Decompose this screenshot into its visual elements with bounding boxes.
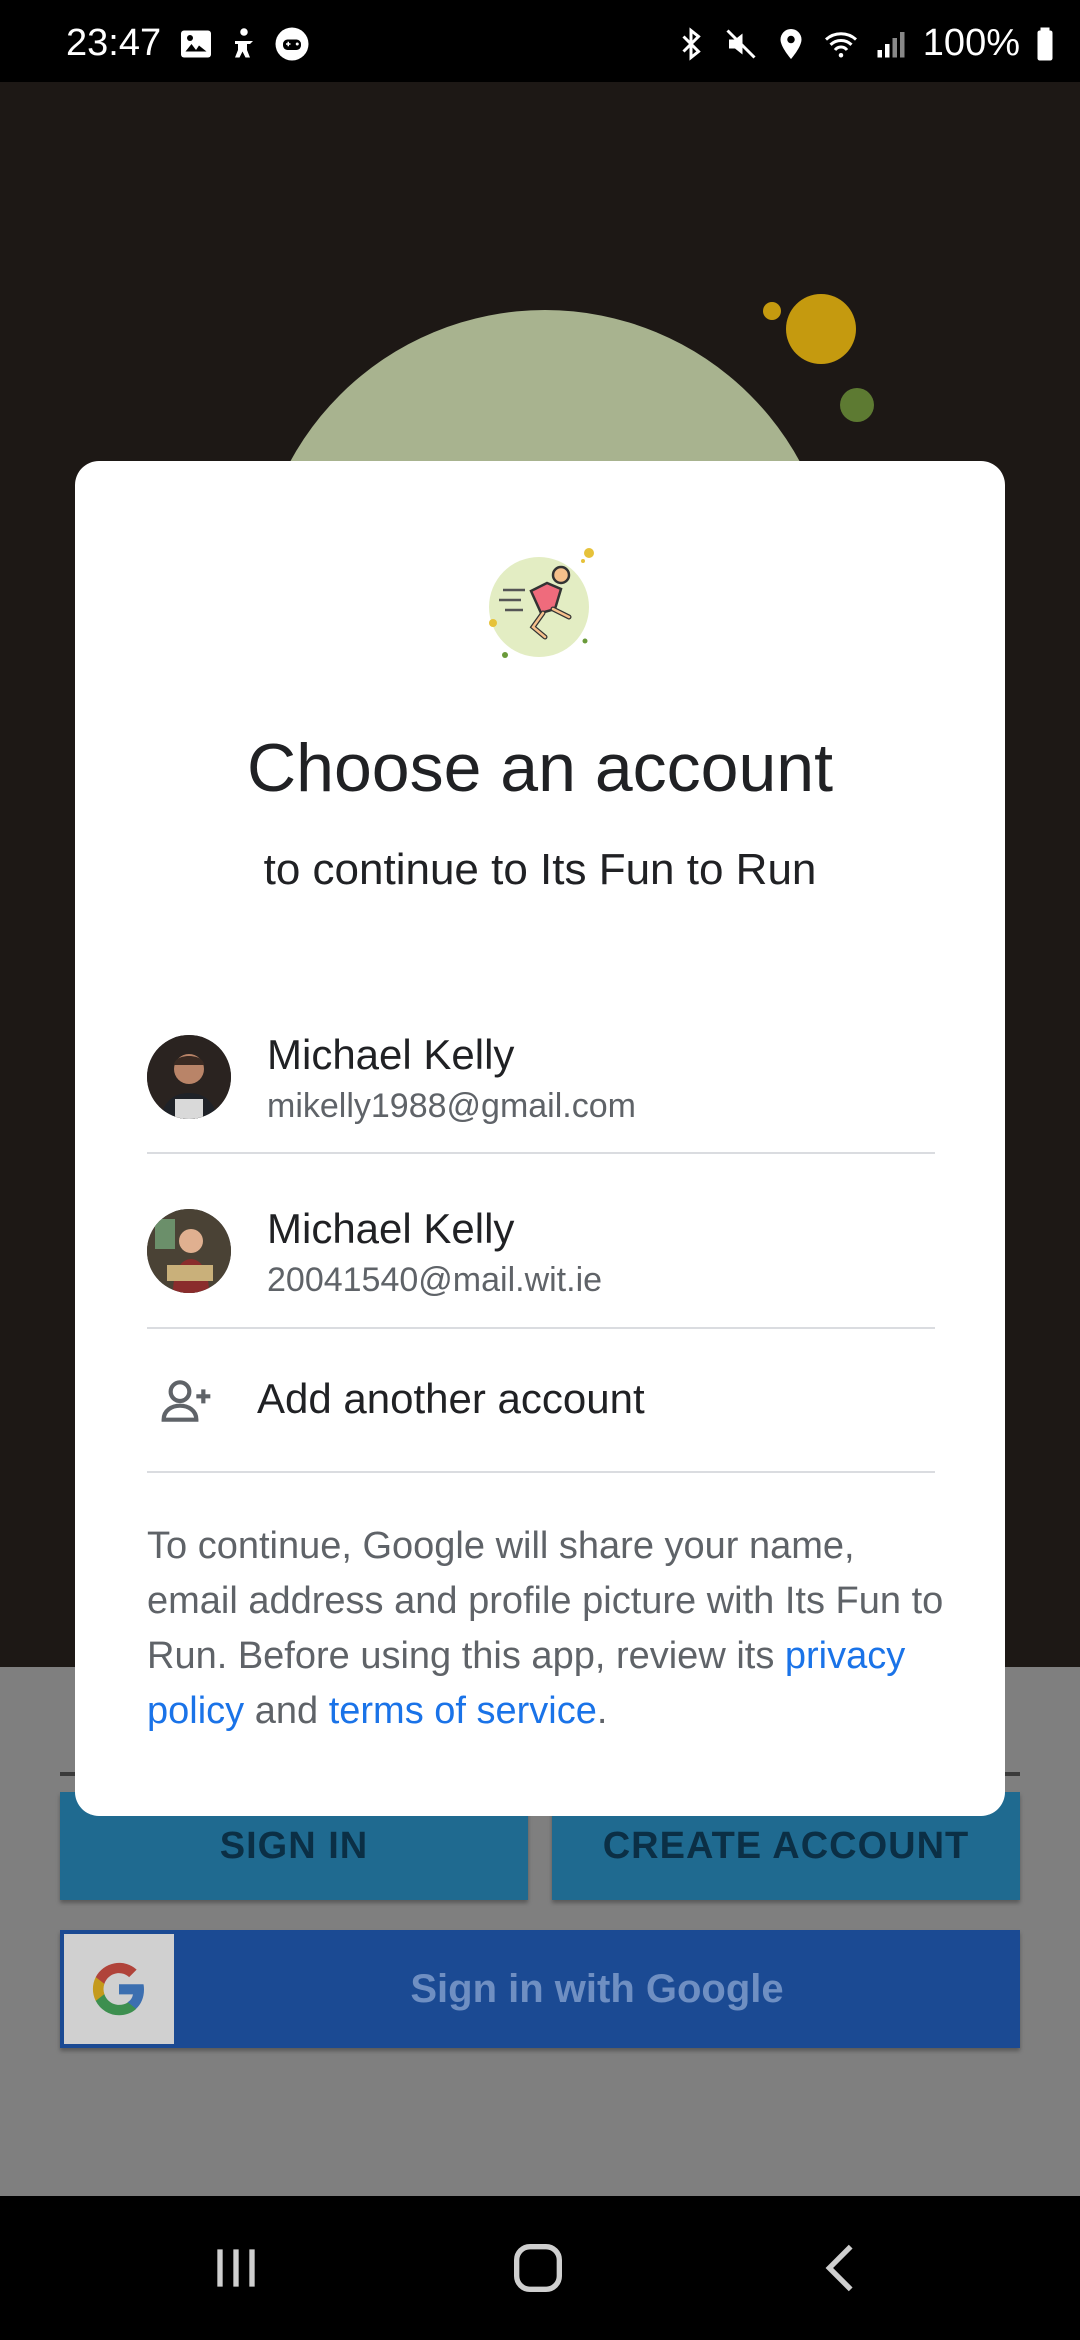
- google-sign-in-label: Sign in with Google: [410, 1966, 784, 2011]
- account-email: 20041540@mail.wit.ie: [267, 1261, 603, 1299]
- account-email: mikelly1988@gmail.com: [267, 1087, 636, 1125]
- avatar: [147, 1035, 231, 1119]
- account-option-1[interactable]: Michael Kelly mikelly1988@gmail.com: [147, 989, 935, 1163]
- recent-apps-icon[interactable]: [204, 2236, 268, 2300]
- legal-text: To continue, Google will share your name…: [147, 1519, 947, 1739]
- vibrate-icon: [726, 28, 756, 59]
- account-option-2[interactable]: Michael Kelly 20041540@mail.wit.ie: [147, 1163, 935, 1337]
- home-icon[interactable]: [506, 2236, 570, 2300]
- dialog-title: Choose an account: [247, 730, 833, 806]
- signal-icon: [877, 31, 905, 57]
- google-sign-in-button[interactable]: Sign in with Google: [60, 1930, 1020, 2048]
- divider: [147, 1471, 935, 1473]
- battery-icon: [1037, 27, 1053, 60]
- legal-suffix: .: [596, 1690, 608, 1732]
- account-chooser-dialog: Choose an account to continue to Its Fun…: [75, 461, 1005, 1816]
- wifi-icon: [824, 31, 857, 57]
- divider: [147, 1152, 935, 1154]
- legal-middle: and: [244, 1690, 329, 1732]
- back-icon[interactable]: [808, 2236, 872, 2300]
- avatar: [147, 1209, 231, 1293]
- account-name: Michael Kelly: [267, 1205, 515, 1252]
- status-left-icons: [178, 26, 310, 62]
- add-another-account-button[interactable]: Add another account: [147, 1329, 935, 1469]
- game-controller-icon: [275, 27, 309, 61]
- status-time: 23:47: [66, 22, 162, 64]
- status-bar: 23:47 100%: [0, 0, 1080, 82]
- system-nav-bar: [0, 2196, 1080, 2340]
- google-logo-icon: [64, 1934, 174, 2044]
- battery-percent: 100%: [922, 22, 1020, 64]
- bluetooth-icon: [682, 26, 701, 61]
- status-right-icons: 100%: [673, 22, 1056, 65]
- terms-of-service-link[interactable]: terms of service: [329, 1690, 597, 1732]
- add-account-label: Add another account: [257, 1375, 645, 1422]
- location-icon: [780, 28, 802, 59]
- account-name: Michael Kelly: [267, 1031, 515, 1078]
- app-logo-icon: [489, 548, 594, 658]
- dialog-subtitle: to continue to Its Fun to Run: [263, 845, 817, 894]
- add-person-icon: [161, 1380, 211, 1422]
- image-icon: [181, 30, 211, 58]
- accessibility-icon: [235, 28, 253, 58]
